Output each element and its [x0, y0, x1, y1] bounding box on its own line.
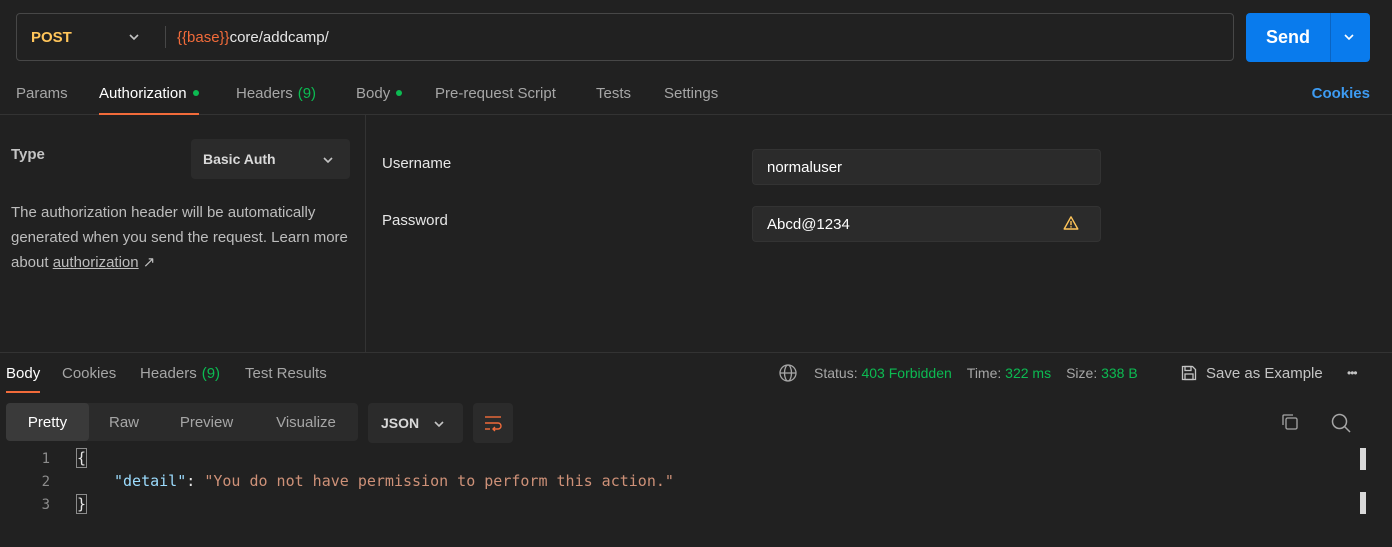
send-label: Send: [1265, 27, 1310, 47]
auth-type-pane: Type Basic Auth The authorization header…: [0, 114, 366, 352]
url-path: core/addcamp/: [229, 28, 329, 46]
time-label: Time:: [966, 365, 1002, 381]
language-select[interactable]: JSON: [368, 403, 463, 443]
tab-headers[interactable]: Headers (9): [236, 72, 316, 114]
wrap-lines-button[interactable]: [473, 403, 513, 443]
size-label: Size:: [1066, 365, 1098, 381]
json-colon: :: [186, 472, 205, 490]
url-separator: [165, 26, 166, 48]
active-dot-icon: [396, 90, 403, 96]
status-value[interactable]: 403 Forbidden: [861, 365, 951, 381]
tab-tests[interactable]: Tests: [596, 72, 631, 114]
response-tab-test-results-label: Test Results: [245, 364, 327, 382]
response-tab-test-results[interactable]: Test Results: [245, 353, 327, 393]
response-tab-headers-label: Headers: [140, 364, 197, 382]
save-as-example-button[interactable]: Save as Example: [1180, 353, 1323, 393]
chevron-down-icon: [432, 417, 446, 435]
save-as-example-label: Save as Example: [1206, 364, 1323, 382]
username-field[interactable]: normaluser: [752, 149, 1101, 185]
tab-pre-request-script[interactable]: Pre-request Script: [435, 72, 556, 114]
auth-type-value: Basic Auth: [203, 151, 276, 167]
password-label: Password: [382, 212, 448, 229]
format-preview[interactable]: Preview: [159, 403, 254, 441]
scrollbar-marker[interactable]: [1360, 448, 1366, 470]
response-tab-headers[interactable]: Headers (9): [140, 353, 220, 393]
authorization-link[interactable]: authorization: [53, 254, 139, 271]
search-icon[interactable]: [1330, 412, 1352, 438]
send-options-chevron-icon[interactable]: [1342, 30, 1356, 48]
format-visualize-label: Visualize: [276, 413, 336, 431]
json-open-brace: {: [76, 448, 88, 468]
request-tabs: Params Authorization Headers (9) Body Pre…: [0, 72, 1392, 115]
response-tab-cookies[interactable]: Cookies: [62, 353, 116, 393]
tab-body-label: Body: [356, 84, 391, 102]
save-icon: [1180, 364, 1198, 382]
line-number: 2: [41, 474, 50, 490]
url-input[interactable]: {{base}} core/addcamp/: [177, 14, 329, 60]
chevron-down-icon: [321, 153, 335, 171]
wrap-lines-icon: [483, 413, 503, 437]
copy-icon[interactable]: [1280, 412, 1300, 436]
auth-description: The authorization header will be automat…: [11, 200, 351, 275]
send-separator: [1330, 13, 1331, 62]
chevron-down-icon: [127, 30, 141, 48]
line-number: 1: [41, 451, 50, 467]
tab-pre-request-label: Pre-request Script: [435, 84, 556, 102]
warning-icon[interactable]: [1063, 215, 1079, 235]
tab-settings[interactable]: Settings: [664, 72, 718, 114]
time-value[interactable]: 322 ms: [1005, 365, 1051, 381]
tab-tests-label: Tests: [596, 84, 632, 102]
language-value: JSON: [381, 415, 420, 431]
response-headers-count: (9): [201, 364, 221, 382]
username-label: Username: [382, 155, 452, 172]
json-line: "detail": "You do not have permission to…: [114, 472, 674, 490]
tab-params-label: Params: [16, 84, 68, 102]
response-tab-body[interactable]: Body: [6, 353, 41, 393]
json-key: "detail": [114, 472, 187, 490]
username-value: normaluser: [767, 158, 843, 176]
brace-glyph: }: [76, 494, 88, 514]
globe-icon[interactable]: [778, 363, 798, 383]
tab-headers-label: Headers: [236, 84, 293, 102]
json-value: "You do not have permission to perform t…: [204, 472, 674, 490]
method-select[interactable]: POST: [17, 14, 165, 60]
line-number: 3: [41, 497, 50, 513]
tab-authorization[interactable]: Authorization: [99, 72, 199, 115]
tab-body[interactable]: Body: [356, 72, 403, 114]
headers-count: (9): [297, 84, 317, 102]
type-label: Type: [11, 146, 45, 163]
password-field[interactable]: Abcd@1234: [752, 206, 1101, 242]
response-status-bar: Status: 403 Forbidden Time: 322 ms Size:…: [778, 353, 1138, 393]
external-link-icon: ↗: [142, 254, 156, 271]
format-raw-label: Raw: [108, 413, 139, 431]
send-button[interactable]: Send: [1246, 13, 1370, 62]
tab-settings-label: Settings: [664, 84, 719, 102]
cookies-link[interactable]: Cookies: [1312, 72, 1370, 114]
format-preview-label: Preview: [179, 413, 234, 431]
format-pretty[interactable]: Pretty: [6, 403, 89, 441]
more-options-icon[interactable]: •••: [1347, 353, 1358, 393]
response-tab-cookies-label: Cookies: [62, 364, 117, 382]
url-variable: {{base}}: [177, 28, 230, 46]
active-dot-icon: [192, 90, 199, 96]
size-value[interactable]: 338 B: [1101, 365, 1138, 381]
format-raw[interactable]: Raw: [89, 403, 159, 441]
response-tab-body-label: Body: [6, 364, 41, 382]
brace-glyph: {: [76, 448, 88, 468]
password-value: Abcd@1234: [767, 215, 850, 233]
auth-type-select[interactable]: Basic Auth: [191, 139, 350, 179]
url-bar: POST {{base}} core/addcamp/: [16, 13, 1234, 61]
format-pretty-label: Pretty: [27, 413, 68, 431]
tab-authorization-label: Authorization: [99, 84, 187, 102]
scrollbar-marker[interactable]: [1360, 492, 1366, 514]
active-tab-underline: [6, 391, 41, 393]
response-format-segmented: Pretty Raw Preview Visualize: [6, 403, 358, 441]
json-close-brace: }: [76, 494, 88, 514]
method-label: POST: [31, 28, 72, 46]
tab-params[interactable]: Params: [16, 72, 68, 114]
format-visualize[interactable]: Visualize: [254, 403, 358, 441]
status-label: Status:: [814, 365, 858, 381]
